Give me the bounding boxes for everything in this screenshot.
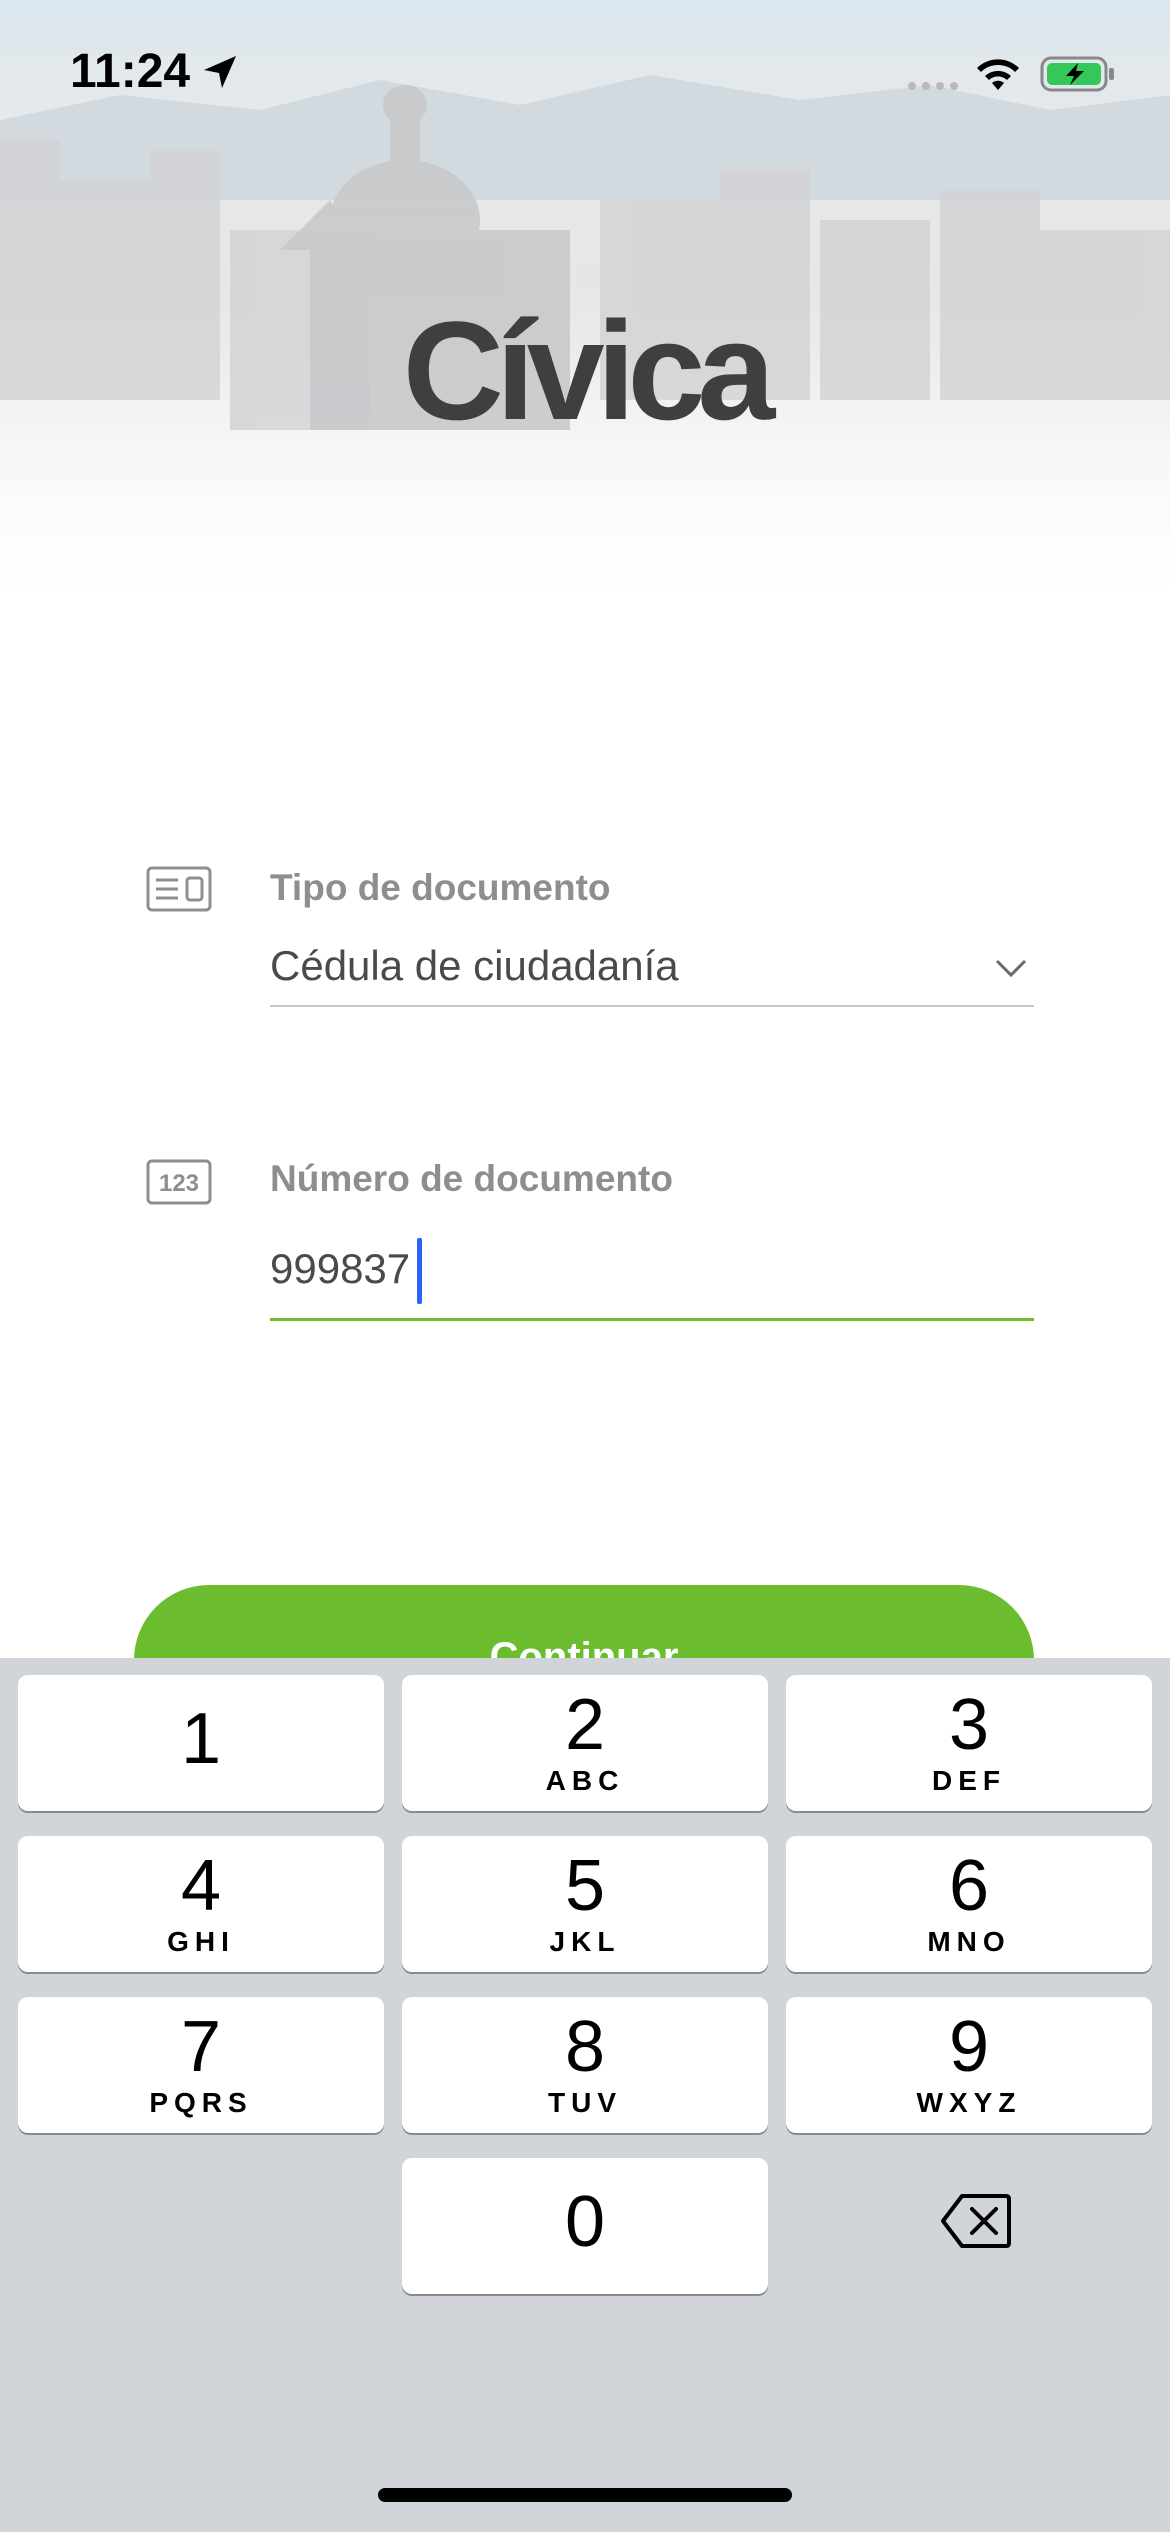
document-type-label: Tipo de documento (270, 867, 611, 908)
key-7[interactable]: 7 PQRS (18, 1997, 384, 2133)
key-8[interactable]: 8 TUV (402, 1997, 768, 2133)
chevron-down-icon[interactable] (994, 957, 1028, 979)
home-indicator[interactable] (378, 2488, 792, 2502)
key-6[interactable]: 6 MNO (786, 1836, 1152, 1972)
cellular-signal-icon (908, 82, 958, 90)
backspace-icon[interactable] (940, 2192, 1012, 2250)
document-number-underline (270, 1318, 1034, 1321)
text-cursor (417, 1238, 422, 1304)
document-number-input[interactable]: 999837 (270, 1245, 410, 1293)
key-2[interactable]: 2 ABC (402, 1675, 768, 1811)
svg-text:123: 123 (159, 1170, 199, 1197)
numeric-123-icon: 123 (146, 1159, 212, 1205)
location-arrow-icon (204, 56, 236, 88)
id-card-icon (146, 866, 212, 912)
app-logo: Cívica (402, 292, 775, 449)
document-number-label: Número de documento (270, 1158, 673, 1199)
battery-charging-icon (1040, 56, 1114, 92)
document-type-underline (270, 1005, 1034, 1007)
key-5[interactable]: 5 JKL (402, 1836, 768, 1972)
key-1[interactable]: 1 (18, 1675, 384, 1811)
key-3[interactable]: 3 DEF (786, 1675, 1152, 1811)
status-bar: 11:24 (0, 0, 1170, 150)
wifi-icon (977, 59, 1019, 90)
status-time: 11:24 (70, 45, 191, 98)
key-9[interactable]: 9 WXYZ (786, 1997, 1152, 2133)
key-0[interactable]: 0 (402, 2158, 768, 2294)
key-4[interactable]: 4 GHI (18, 1836, 384, 1972)
document-type-select[interactable]: Cédula de ciudadanía (270, 942, 679, 990)
